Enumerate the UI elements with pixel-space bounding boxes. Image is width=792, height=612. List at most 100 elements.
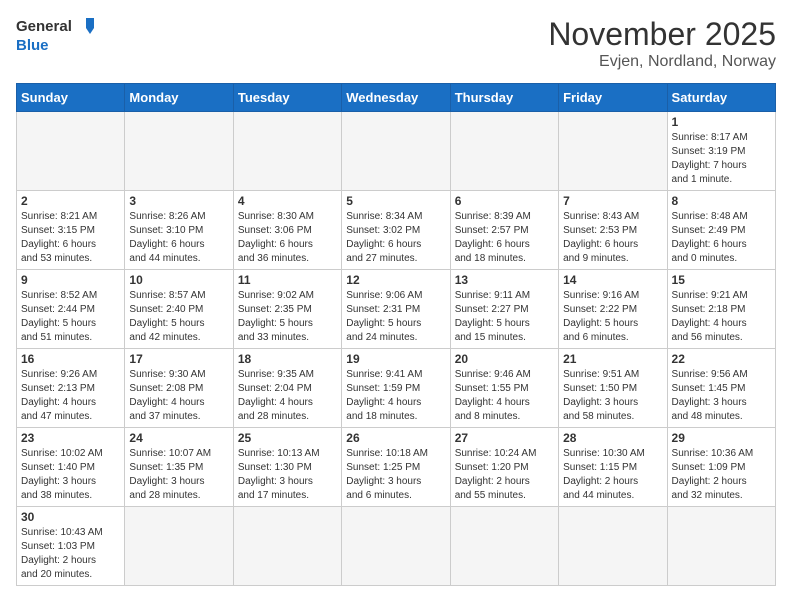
calendar-cell: 14 Sunrise: 9:16 AM Sunset: 2:22 PM Dayli… xyxy=(559,270,667,349)
calendar-cell xyxy=(342,112,450,191)
calendar-cell: 7 Sunrise: 8:43 AM Sunset: 2:53 PM Daylig… xyxy=(559,191,667,270)
calendar-cell: 21Sunrise: 9:51 AM Sunset: 1:50 PM Dayli… xyxy=(559,349,667,428)
calendar-cell xyxy=(450,112,558,191)
cell-info: Sunrise: 8:17 AM Sunset: 3:19 PM Dayligh… xyxy=(672,131,771,187)
cell-info: Sunrise: 8:52 AM Sunset: 2:44 PM Dayligh… xyxy=(21,289,120,345)
calendar-cell: 8Sunrise: 8:48 AM Sunset: 2:49 PM Daylig… xyxy=(667,191,775,270)
calendar-cell xyxy=(559,507,667,586)
weekday-header-monday: Monday xyxy=(125,84,233,112)
calendar-cell: 2 Sunrise: 8:21 AM Sunset: 3:15 PM Daylig… xyxy=(17,191,125,270)
calendar-cell xyxy=(125,112,233,191)
day-number: 27 xyxy=(455,431,554,445)
cell-info: Sunrise: 8:34 AM Sunset: 3:02 PM Dayligh… xyxy=(346,210,445,266)
calendar-cell xyxy=(559,112,667,191)
cell-info: Sunrise: 10:36 AM Sunset: 1:09 PM Daylig… xyxy=(672,447,771,503)
calendar-cell: 25Sunrise: 10:13 AM Sunset: 1:30 PM Dayl… xyxy=(233,428,341,507)
calendar-cell: 5Sunrise: 8:34 AM Sunset: 3:02 PM Daylig… xyxy=(342,191,450,270)
cell-info: Sunrise: 8:30 AM Sunset: 3:06 PM Dayligh… xyxy=(238,210,337,266)
logo-flag-icon xyxy=(74,16,96,38)
calendar-cell: 23Sunrise: 10:02 AM Sunset: 1:40 PM Dayl… xyxy=(17,428,125,507)
cell-info: Sunrise: 10:13 AM Sunset: 1:30 PM Daylig… xyxy=(238,447,337,503)
day-number: 20 xyxy=(455,352,554,366)
week-row-2: 2 Sunrise: 8:21 AM Sunset: 3:15 PM Daylig… xyxy=(17,191,776,270)
cell-info: Sunrise: 9:56 AM Sunset: 1:45 PM Dayligh… xyxy=(672,368,771,424)
calendar-cell xyxy=(667,507,775,586)
calendar-cell: 11Sunrise: 9:02 AM Sunset: 2:35 PM Dayli… xyxy=(233,270,341,349)
day-number: 4 xyxy=(238,194,337,208)
calendar: SundayMondayTuesdayWednesdayThursdayFrid… xyxy=(16,83,776,586)
day-number: 22 xyxy=(672,352,771,366)
logo: General Blue xyxy=(16,16,96,55)
week-row-5: 23Sunrise: 10:02 AM Sunset: 1:40 PM Dayl… xyxy=(17,428,776,507)
calendar-cell xyxy=(450,507,558,586)
calendar-cell xyxy=(233,507,341,586)
title-block: November 2025 Evjen, Nordland, Norway xyxy=(548,16,776,71)
calendar-cell: 1 Sunrise: 8:17 AM Sunset: 3:19 PM Daylig… xyxy=(667,112,775,191)
header: General Blue November 2025 Evjen, Nordla… xyxy=(16,16,776,71)
calendar-cell: 20 Sunrise: 9:46 AM Sunset: 1:55 PM Dayli… xyxy=(450,349,558,428)
cell-info: Sunrise: 9:11 AM Sunset: 2:27 PM Dayligh… xyxy=(455,289,554,345)
day-number: 19 xyxy=(346,352,445,366)
calendar-cell: 26Sunrise: 10:18 AM Sunset: 1:25 PM Dayl… xyxy=(342,428,450,507)
day-number: 17 xyxy=(129,352,228,366)
weekday-header-friday: Friday xyxy=(559,84,667,112)
location-title: Evjen, Nordland, Norway xyxy=(548,53,776,71)
cell-info: Sunrise: 9:16 AM Sunset: 2:22 PM Dayligh… xyxy=(563,289,662,345)
calendar-cell: 10 Sunrise: 8:57 AM Sunset: 2:40 PM Dayli… xyxy=(125,270,233,349)
cell-info: Sunrise: 8:26 AM Sunset: 3:10 PM Dayligh… xyxy=(129,210,228,266)
day-number: 2 xyxy=(21,194,120,208)
calendar-cell: 30 Sunrise: 10:43 AM Sunset: 1:03 PM Dayl… xyxy=(17,507,125,586)
cell-info: Sunrise: 9:30 AM Sunset: 2:08 PM Dayligh… xyxy=(129,368,228,424)
cell-info: Sunrise: 10:07 AM Sunset: 1:35 PM Daylig… xyxy=(129,447,228,503)
week-row-6: 30 Sunrise: 10:43 AM Sunset: 1:03 PM Dayl… xyxy=(17,507,776,586)
week-row-4: 16Sunrise: 9:26 AM Sunset: 2:13 PM Dayli… xyxy=(17,349,776,428)
day-number: 24 xyxy=(129,431,228,445)
calendar-cell: 29 Sunrise: 10:36 AM Sunset: 1:09 PM Dayl… xyxy=(667,428,775,507)
calendar-cell xyxy=(342,507,450,586)
cell-info: Sunrise: 9:21 AM Sunset: 2:18 PM Dayligh… xyxy=(672,289,771,345)
day-number: 11 xyxy=(238,273,337,287)
day-number: 12 xyxy=(346,273,445,287)
cell-info: Sunrise: 9:46 AM Sunset: 1:55 PM Dayligh… xyxy=(455,368,554,424)
logo-general-text: General xyxy=(16,19,72,36)
day-number: 28 xyxy=(563,431,662,445)
week-row-1: 1 Sunrise: 8:17 AM Sunset: 3:19 PM Daylig… xyxy=(17,112,776,191)
cell-info: Sunrise: 8:21 AM Sunset: 3:15 PM Dayligh… xyxy=(21,210,120,266)
day-number: 15 xyxy=(672,273,771,287)
cell-info: Sunrise: 9:35 AM Sunset: 2:04 PM Dayligh… xyxy=(238,368,337,424)
week-row-3: 9 Sunrise: 8:52 AM Sunset: 2:44 PM Daylig… xyxy=(17,270,776,349)
day-number: 10 xyxy=(129,273,228,287)
day-number: 23 xyxy=(21,431,120,445)
calendar-cell xyxy=(233,112,341,191)
calendar-cell: 18Sunrise: 9:35 AM Sunset: 2:04 PM Dayli… xyxy=(233,349,341,428)
cell-info: Sunrise: 8:43 AM Sunset: 2:53 PM Dayligh… xyxy=(563,210,662,266)
calendar-cell xyxy=(17,112,125,191)
day-number: 13 xyxy=(455,273,554,287)
day-number: 14 xyxy=(563,273,662,287)
cell-info: Sunrise: 10:43 AM Sunset: 1:03 PM Daylig… xyxy=(21,526,120,582)
cell-info: Sunrise: 9:41 AM Sunset: 1:59 PM Dayligh… xyxy=(346,368,445,424)
day-number: 29 xyxy=(672,431,771,445)
day-number: 21 xyxy=(563,352,662,366)
day-number: 9 xyxy=(21,273,120,287)
calendar-cell: 15 Sunrise: 9:21 AM Sunset: 2:18 PM Dayli… xyxy=(667,270,775,349)
calendar-cell: 9 Sunrise: 8:52 AM Sunset: 2:44 PM Daylig… xyxy=(17,270,125,349)
calendar-cell xyxy=(125,507,233,586)
calendar-cell: 27Sunrise: 10:24 AM Sunset: 1:20 PM Dayl… xyxy=(450,428,558,507)
weekday-header-tuesday: Tuesday xyxy=(233,84,341,112)
day-number: 30 xyxy=(21,510,120,524)
calendar-cell: 4 Sunrise: 8:30 AM Sunset: 3:06 PM Daylig… xyxy=(233,191,341,270)
calendar-cell: 17 Sunrise: 9:30 AM Sunset: 2:08 PM Dayli… xyxy=(125,349,233,428)
day-number: 1 xyxy=(672,115,771,129)
weekday-header-sunday: Sunday xyxy=(17,84,125,112)
weekday-header-wednesday: Wednesday xyxy=(342,84,450,112)
logo-blue-text: Blue xyxy=(16,38,96,55)
calendar-cell: 12Sunrise: 9:06 AM Sunset: 2:31 PM Dayli… xyxy=(342,270,450,349)
day-number: 6 xyxy=(455,194,554,208)
calendar-cell: 24 Sunrise: 10:07 AM Sunset: 1:35 PM Dayl… xyxy=(125,428,233,507)
cell-info: Sunrise: 10:18 AM Sunset: 1:25 PM Daylig… xyxy=(346,447,445,503)
calendar-cell: 28Sunrise: 10:30 AM Sunset: 1:15 PM Dayl… xyxy=(559,428,667,507)
cell-info: Sunrise: 8:39 AM Sunset: 2:57 PM Dayligh… xyxy=(455,210,554,266)
cell-info: Sunrise: 8:57 AM Sunset: 2:40 PM Dayligh… xyxy=(129,289,228,345)
day-number: 7 xyxy=(563,194,662,208)
